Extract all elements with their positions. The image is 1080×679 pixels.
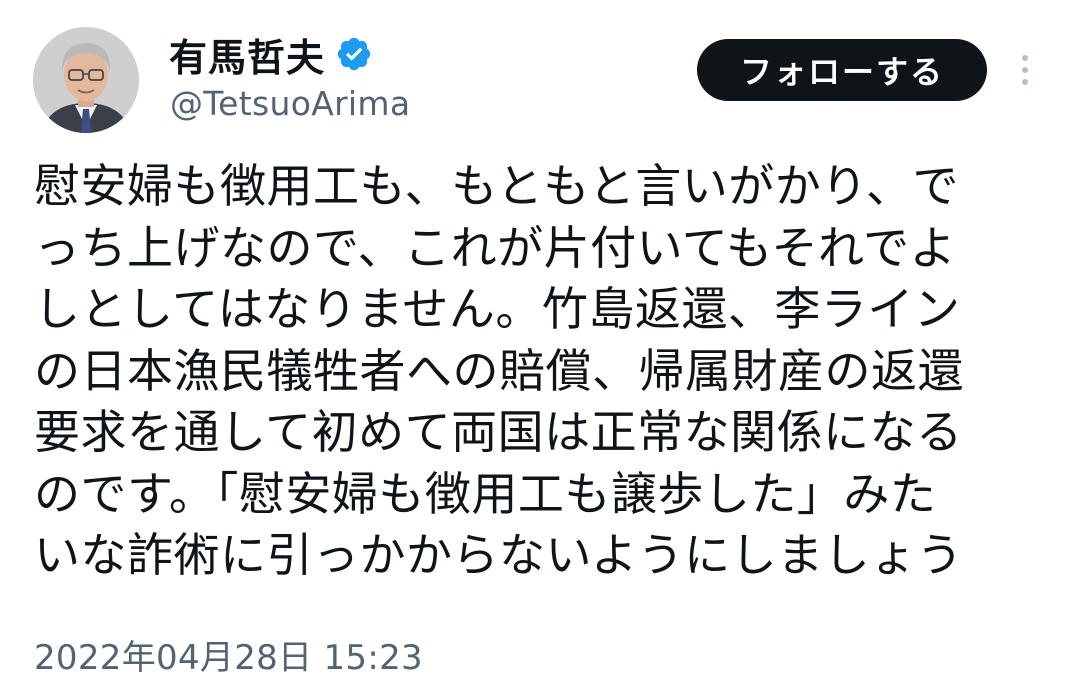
verified-badge-icon[interactable] [335, 35, 373, 73]
author-name-row: 有馬哲夫 [169, 28, 373, 80]
tweet-text-line: 慰安婦も徴用工も、もともと言いがかり、で [34, 159, 959, 213]
follow-button[interactable]: フォローする [697, 39, 987, 101]
avatar-photo [33, 27, 139, 133]
more-dot [1022, 55, 1028, 61]
more-dot [1022, 67, 1028, 73]
tweet-text-line: 要求を通して初めて両国は正常な関係になる [34, 405, 963, 459]
tweet-text-line: いな詐術に引っかからないようにしましょう [34, 528, 964, 582]
tweet-timestamp[interactable]: 2022年04月28日 15:23 [34, 630, 423, 679]
more-options-icon[interactable] [1010, 50, 1040, 90]
user-handle[interactable]: @TetsuoArima [170, 84, 410, 123]
more-dot [1022, 79, 1028, 85]
tweet-header: 有馬哲夫 @TetsuoArima フォローする [0, 0, 1080, 150]
display-name[interactable]: 有馬哲夫 [169, 27, 325, 82]
tweet-text-line: しとしてはなりません。竹島返還、李ライン [34, 282, 961, 336]
tweet-text-line: の日本漁民犠牲者への賠償、帰属財産の返還 [34, 343, 964, 398]
tweet-text: 慰安婦も徴用工も、もともと言いがかり、で っち上げなので、これが片付いてもそれで… [34, 156, 1044, 587]
tweet-text-line: のです。「慰安婦も徴用工も譲歩した」みた [34, 466, 937, 521]
tweet-text-line: っち上げなので、これが片付いてもそれでよ [34, 220, 957, 275]
avatar[interactable] [33, 27, 139, 133]
